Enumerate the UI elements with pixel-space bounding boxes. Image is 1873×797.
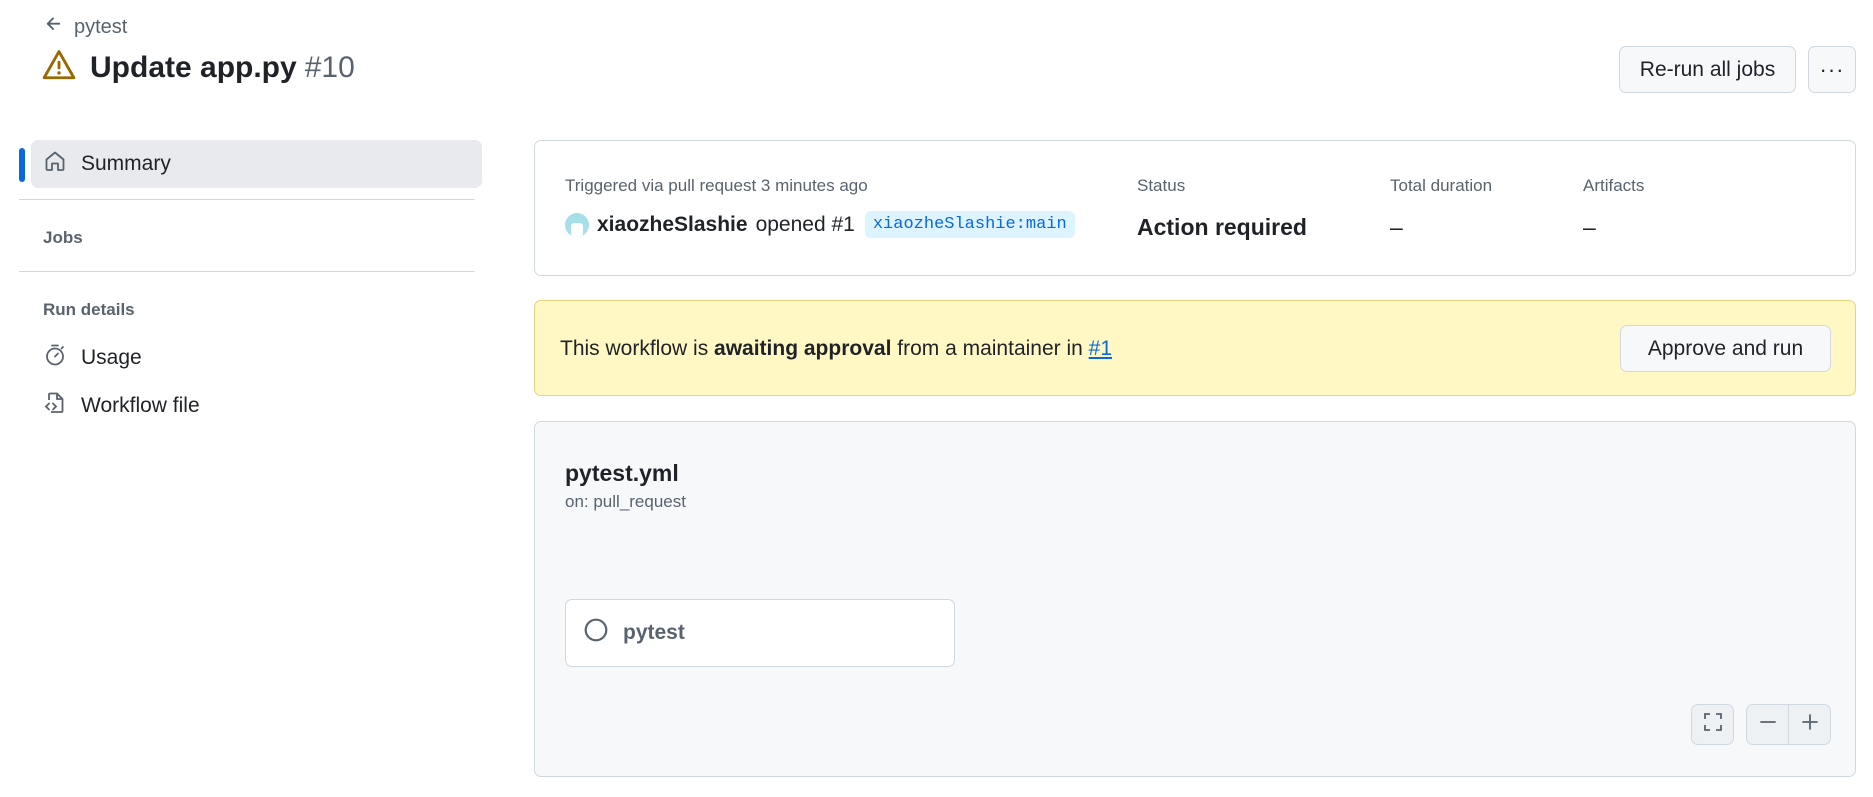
pull-request-link[interactable]: #1 xyxy=(1089,337,1112,360)
banner-text-middle: from a maintainer in xyxy=(891,337,1089,360)
duration-label: Total duration xyxy=(1390,176,1493,195)
sidebar-item-label: Summary xyxy=(81,152,171,175)
more-options-button[interactable]: ··· xyxy=(1808,46,1856,93)
duration-column: Total duration – xyxy=(1390,176,1492,241)
action-text: opened #1 xyxy=(755,212,855,236)
author-link[interactable]: xiaozheSlashie xyxy=(597,213,748,237)
status-column: Status Action required xyxy=(1137,176,1307,241)
arrow-left-icon xyxy=(44,14,64,40)
run-summary-card: Triggered via pull request 3 minutes ago… xyxy=(534,140,1856,276)
trigger-text: Triggered via pull request 3 minutes ago xyxy=(565,176,868,195)
sidebar-divider xyxy=(19,199,475,200)
rerun-all-jobs-button[interactable]: Re-run all jobs xyxy=(1619,46,1796,93)
branch-badge[interactable]: xiaozheSlashie:main xyxy=(864,211,1075,238)
back-link-label: pytest xyxy=(74,15,128,38)
sidebar-divider xyxy=(19,271,475,272)
banner-text-bold: awaiting approval xyxy=(714,337,892,360)
run-details-heading: Run details xyxy=(43,300,135,319)
home-icon xyxy=(43,149,67,179)
workflow-file-name: pytest.yml xyxy=(565,460,679,486)
duration-value: – xyxy=(1390,214,1403,240)
status-label: Status xyxy=(1137,176,1186,195)
jobs-heading: Jobs xyxy=(43,228,83,247)
zoom-in-button[interactable] xyxy=(1788,704,1831,745)
stopwatch-icon xyxy=(43,343,67,373)
sidebar-item-summary[interactable]: Summary xyxy=(31,140,482,188)
workflow-graph: pytest.yml on: pull_request pytest xyxy=(534,421,1856,777)
sidebar-item-label: Workflow file xyxy=(81,394,200,417)
page-title: Update app.py #10 xyxy=(42,48,355,87)
banner-text: This workflow is awaiting approval from … xyxy=(560,337,1112,361)
plus-icon xyxy=(1800,712,1820,737)
fullscreen-icon xyxy=(1703,712,1723,737)
artifacts-column: Artifacts – xyxy=(1583,176,1644,241)
trigger-row: xiaozheSlashie opened #1 xiaozheSlashie:… xyxy=(565,211,1075,238)
minus-icon xyxy=(1758,712,1778,737)
run-number: #10 xyxy=(304,50,355,84)
run-title: Update app.py #10 xyxy=(90,51,355,85)
artifacts-label: Artifacts xyxy=(1583,176,1645,195)
job-node[interactable]: pytest xyxy=(565,599,955,667)
status-value: Action required xyxy=(1137,214,1307,240)
back-link[interactable]: pytest xyxy=(44,14,127,40)
job-name: pytest xyxy=(623,621,685,644)
avatar[interactable] xyxy=(565,212,589,237)
alert-triangle-icon xyxy=(42,48,76,87)
approval-banner: This workflow is awaiting approval from … xyxy=(534,300,1856,396)
artifacts-value: – xyxy=(1583,214,1596,240)
run-title-text: Update app.py xyxy=(90,50,297,84)
fullscreen-button[interactable] xyxy=(1691,704,1734,745)
sidebar-item-workflow-file[interactable]: Workflow file xyxy=(43,391,200,421)
file-code-icon xyxy=(43,391,67,421)
circle-pending-icon xyxy=(583,617,609,649)
banner-text-prefix: This workflow is xyxy=(560,337,715,360)
sidebar-item-label: Usage xyxy=(81,346,142,369)
workflow-trigger: on: pull_request xyxy=(565,492,686,511)
zoom-out-button[interactable] xyxy=(1746,704,1789,745)
active-indicator xyxy=(19,148,25,182)
sidebar-item-usage[interactable]: Usage xyxy=(43,343,142,373)
approve-and-run-button[interactable]: Approve and run xyxy=(1620,325,1831,372)
